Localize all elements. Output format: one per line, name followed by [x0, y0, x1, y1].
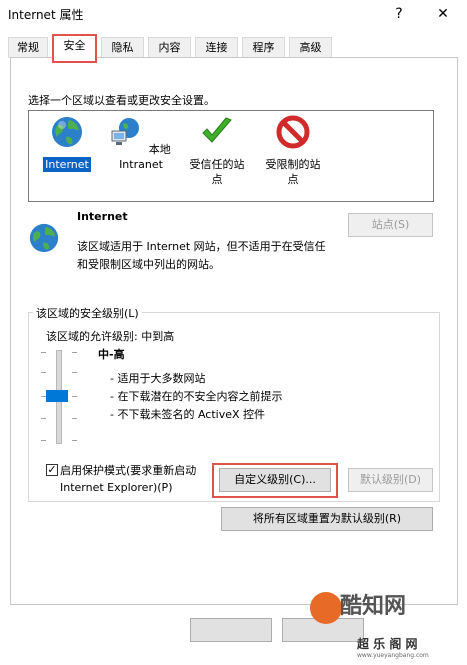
slider-tick [41, 418, 46, 419]
zone-local-intranet[interactable]: 本地 Intranet [103, 115, 179, 172]
zone-prompt: 选择一个区域以查看或更改安全设置。 [28, 94, 215, 107]
intranet-icon [111, 118, 140, 145]
help-button[interactable]: ? [384, 3, 414, 25]
protected-mode-label-line2: Internet Explorer)(P) [60, 481, 173, 494]
globe-icon [29, 223, 59, 253]
tab-connections[interactable]: 连接 [195, 37, 238, 58]
zone-label-2: 点 [287, 173, 299, 186]
zone-label: 受限制的站 [265, 158, 321, 171]
protected-mode-label-line1: 启用保护模式(要求重新启动 [60, 464, 197, 477]
zone-internet[interactable]: Internet [29, 115, 105, 172]
zone-desc-line2: 和受限制区域中列出的网站。 [77, 258, 220, 271]
selected-zone-name: Internet [77, 210, 128, 223]
zone-label: Internet [43, 157, 91, 172]
restricted-icon [276, 115, 310, 149]
slider-tick [72, 372, 77, 373]
watermark-subtitle: 超 乐 阁 网 [357, 637, 418, 651]
zone-restricted-sites[interactable]: 受限制的站 点 [255, 115, 331, 187]
zone-label-2: 点 [211, 173, 223, 186]
level-detail-item: - 不下载未签名的 ActiveX 控件 [110, 408, 266, 421]
watermark-url: www.yueyangbang.com [357, 652, 429, 659]
close-button[interactable]: ✕ [428, 3, 458, 25]
selected-zone-description: 该区域适用于 Internet 网站，但不适用于在受信任 和受限制区域中列出的网… [77, 238, 347, 274]
allowed-level-text: 该区域的允许级别: 中到高 [46, 330, 175, 343]
watermark-brand: 酷知网 [340, 594, 407, 619]
globe-icon [52, 117, 82, 147]
security-level-group-title: 该区域的安全级别(L) [33, 305, 142, 321]
custom-level-button[interactable]: 自定义级别(C)... [219, 468, 331, 492]
level-detail-item: - 适用于大多数网站 [110, 372, 206, 385]
zone-label: 本地 [148, 143, 171, 156]
security-slider-thumb[interactable] [46, 390, 68, 402]
zone-label-2: Intranet [119, 158, 163, 171]
reset-all-zones-button[interactable]: 将所有区域重置为默认级别(R) [221, 507, 433, 531]
security-level-details: - 适用于大多数网站 - 在下载潜在的不安全内容之前提示 - 不下载未签名的 A… [110, 370, 282, 424]
slider-tick [72, 352, 77, 353]
checkmark-icon [202, 117, 232, 143]
window-title: Internet 属性 [8, 8, 84, 22]
level-detail-item: - 在下载潜在的不安全内容之前提示 [110, 390, 283, 403]
tab-highlight-box [52, 34, 97, 63]
zone-list: Internet 本地 Intranet 受信任的站 点 受限制的站 点 [28, 110, 434, 202]
security-level-name: 中-高 [98, 348, 125, 361]
protected-mode-row: ✓ 启用保护模式(要求重新启动 Internet Explorer)(P) [46, 462, 196, 496]
slider-tick [41, 352, 46, 353]
slider-tick [72, 396, 77, 397]
sites-button[interactable]: 站点(S) [348, 213, 433, 237]
zone-desc-line1: 该区域适用于 Internet 网站，但不适用于在受信任 [77, 240, 326, 253]
tab-programs[interactable]: 程序 [242, 37, 285, 58]
ok-button[interactable] [190, 618, 272, 642]
tab-content[interactable]: 内容 [148, 37, 191, 58]
slider-tick [41, 372, 46, 373]
zone-label: 受信任的站 [189, 158, 245, 171]
protected-mode-checkbox[interactable]: ✓ [46, 464, 58, 476]
slider-tick [41, 440, 46, 441]
slider-tick [72, 418, 77, 419]
default-level-button[interactable]: 默认级别(D) [348, 468, 433, 492]
slider-tick [72, 440, 77, 441]
tab-advanced[interactable]: 高级 [289, 37, 332, 58]
tab-general[interactable]: 常规 [8, 37, 48, 58]
zone-trusted-sites[interactable]: 受信任的站 点 [179, 115, 255, 187]
tab-privacy[interactable]: 隐私 [101, 37, 144, 58]
watermark-logo-icon [310, 592, 342, 624]
